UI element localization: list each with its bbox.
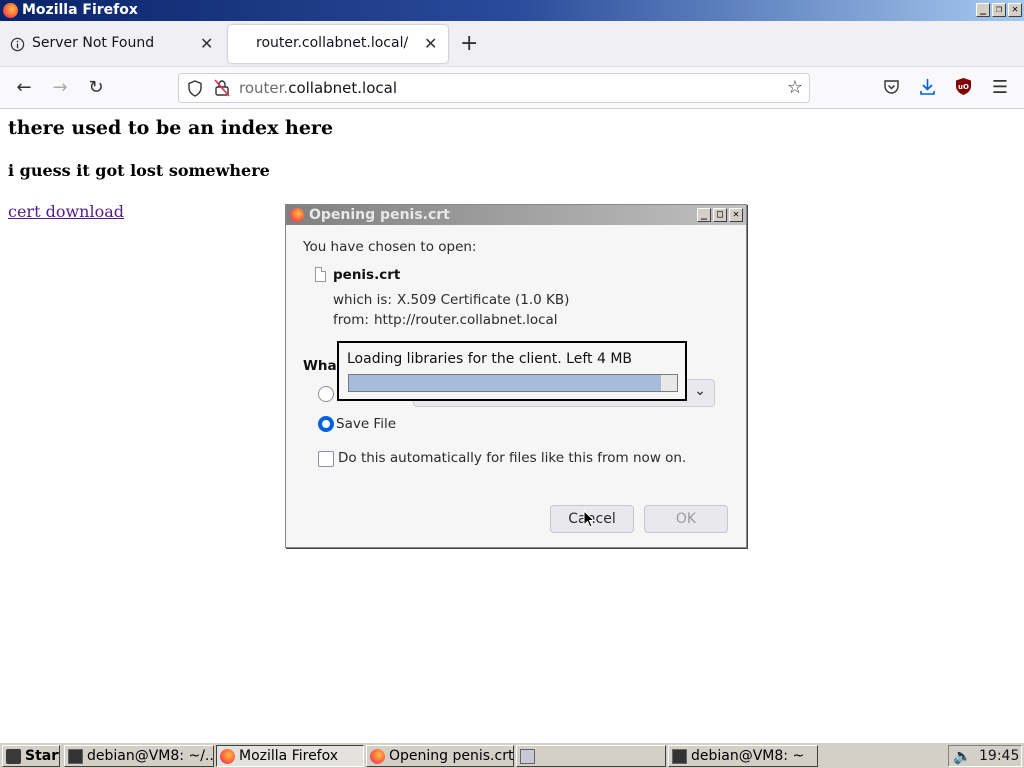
- mouse-cursor-icon: [583, 510, 595, 528]
- hamburger-menu-icon[interactable]: ☰: [987, 75, 1013, 101]
- loading-progress-fill: [349, 375, 661, 391]
- download-icon[interactable]: [919, 78, 936, 96]
- loading-message: Loading libraries for the client. Left 4…: [347, 351, 632, 367]
- pocket-icon[interactable]: [883, 79, 900, 95]
- tab-router[interactable]: router.collabnet.local/ ✕: [228, 25, 448, 63]
- window-title: Mozilla Firefox: [22, 2, 138, 18]
- clock: 19:45: [979, 748, 1020, 764]
- bookmark-star-icon[interactable]: ☆: [787, 77, 803, 98]
- tab-label: router.collabnet.local/: [256, 35, 409, 51]
- action-question: Wha: [303, 358, 337, 374]
- minimize-button[interactable]: _: [976, 3, 990, 17]
- file-icon: [315, 267, 326, 282]
- from-value: http://router.collabnet.local: [374, 312, 558, 328]
- task-terminal-2[interactable]: debian@VM8: ~: [668, 745, 818, 767]
- app-icon: [520, 749, 535, 764]
- terminal-icon: [672, 749, 687, 764]
- tab-strip: Server Not Found ✕ router.collabnet.loca…: [0, 21, 1024, 67]
- navigation-bar: ← → ↻ router.collabnet.local ☆ uO ☰: [0, 67, 1024, 109]
- which-is-value: X.509 Certificate (1.0 KB): [397, 292, 570, 308]
- system-tray: 🔈 19:45: [948, 745, 1022, 767]
- dialog-title: Opening penis.crt: [309, 207, 450, 223]
- auto-checkbox[interactable]: [318, 451, 334, 467]
- loading-progress-bar: [348, 374, 678, 392]
- page-subheading: i guess it got lost somewhere: [8, 161, 270, 180]
- task-firefox[interactable]: Mozilla Firefox: [216, 745, 364, 767]
- close-button[interactable]: ✕: [1008, 3, 1022, 17]
- start-icon: [6, 749, 21, 764]
- ublock-origin-icon[interactable]: uO: [955, 77, 972, 96]
- firefox-icon: [290, 208, 304, 222]
- tab-server-not-found[interactable]: Server Not Found ✕: [0, 25, 224, 63]
- tab-label: Server Not Found: [32, 35, 155, 51]
- task-opening-dialog[interactable]: Opening penis.crt: [366, 745, 514, 767]
- close-tab-icon[interactable]: ✕: [424, 34, 437, 53]
- save-file-radio[interactable]: [318, 416, 334, 432]
- firefox-icon: [220, 749, 235, 764]
- forward-icon[interactable]: →: [47, 75, 73, 101]
- dialog-window-controls: _ □ ✕: [697, 208, 743, 222]
- start-button[interactable]: Start: [2, 745, 60, 767]
- firefox-icon: [370, 749, 385, 764]
- chosen-label: You have chosen to open:: [303, 239, 477, 255]
- which-is-label: which is:: [333, 292, 392, 308]
- url-text[interactable]: router.collabnet.local: [239, 79, 397, 97]
- minimize-button[interactable]: _: [697, 208, 711, 222]
- page-heading: there used to be an index here: [8, 117, 334, 139]
- reload-icon[interactable]: ↻: [83, 75, 109, 101]
- window-title-bar[interactable]: Mozilla Firefox _ ❐ ✕: [0, 0, 1024, 21]
- firefox-icon: [3, 3, 18, 18]
- chevron-down-icon: ⌄: [694, 383, 706, 399]
- loading-popup: Loading libraries for the client. Left 4…: [337, 341, 687, 401]
- insecure-lock-icon[interactable]: [214, 79, 230, 97]
- back-icon[interactable]: ←: [11, 75, 37, 101]
- volume-icon[interactable]: 🔈: [953, 746, 972, 766]
- terminal-icon: [68, 749, 83, 764]
- url-bar[interactable]: router.collabnet.local ☆: [178, 73, 810, 103]
- info-icon: [10, 37, 25, 52]
- shield-icon[interactable]: [187, 80, 203, 97]
- taskbar: Start debian@VM8: ~/... Mozilla Firefox …: [0, 742, 1024, 768]
- task-unnamed[interactable]: [516, 745, 666, 767]
- file-name: penis.crt: [333, 267, 401, 283]
- close-button[interactable]: ✕: [729, 208, 743, 222]
- cert-download-link[interactable]: cert download: [8, 202, 124, 221]
- maximize-button[interactable]: ❐: [992, 3, 1006, 17]
- window-controls: _ ❐ ✕: [976, 3, 1022, 17]
- from-label: from:: [333, 312, 369, 328]
- close-tab-icon[interactable]: ✕: [200, 34, 213, 53]
- svg-text:uO: uO: [958, 83, 969, 91]
- dialog-title-bar[interactable]: Opening penis.crt _ □ ✕: [286, 205, 746, 225]
- maximize-button[interactable]: □: [713, 208, 727, 222]
- auto-checkbox-label[interactable]: Do this automatically for files like thi…: [338, 450, 686, 466]
- new-tab-icon[interactable]: +: [460, 31, 478, 56]
- ok-button[interactable]: OK: [644, 505, 728, 533]
- task-terminal-1[interactable]: debian@VM8: ~/...: [64, 745, 214, 767]
- open-with-radio[interactable]: [318, 386, 334, 402]
- save-file-label[interactable]: Save File: [336, 416, 396, 432]
